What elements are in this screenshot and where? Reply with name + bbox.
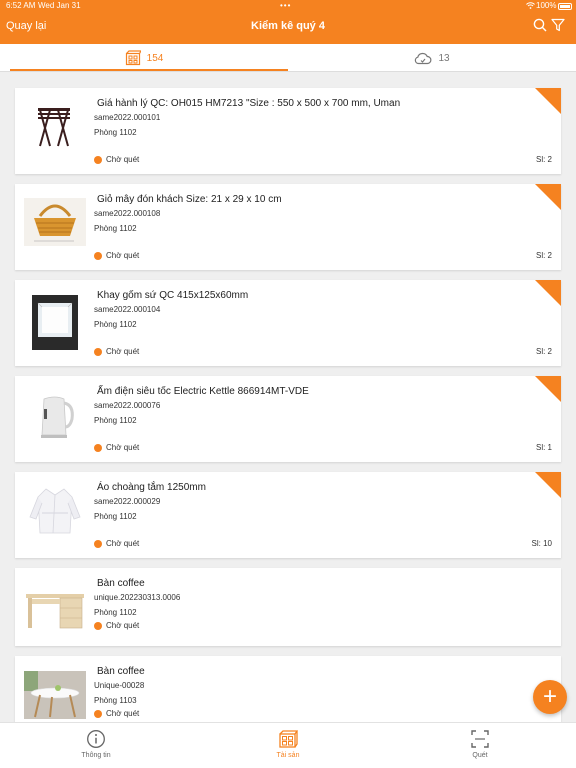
tab-assets[interactable]: Tài sản bbox=[192, 723, 384, 768]
item-image-coffee-desk bbox=[24, 586, 86, 634]
item-image-round-coffee-table bbox=[24, 671, 86, 719]
box-icon bbox=[125, 50, 141, 66]
tab-label: 13 bbox=[438, 52, 450, 64]
status-label: Chờ quét bbox=[106, 251, 140, 260]
item-name: Bàn coffee bbox=[97, 578, 145, 589]
item-quantity: Sl: 10 bbox=[531, 539, 552, 548]
item-image-luggage-rack bbox=[24, 102, 86, 150]
item-image-rattan-basket bbox=[24, 198, 86, 246]
item-room: Phòng 1103 bbox=[94, 696, 137, 705]
status-dot bbox=[94, 539, 102, 548]
cloud-sync-icon bbox=[415, 52, 432, 65]
item-room: Phòng 1102 bbox=[94, 320, 137, 329]
battery-percent: 100% bbox=[536, 1, 557, 10]
status-time: 6:52 AM bbox=[6, 1, 36, 10]
info-icon bbox=[87, 730, 105, 748]
status-label: Chờ quét bbox=[106, 347, 140, 356]
item-name: Áo choàng tắm 1250mm bbox=[97, 482, 206, 493]
asset-box-icon bbox=[279, 730, 298, 748]
corner-flag bbox=[535, 88, 561, 114]
status-label: Chờ quét bbox=[106, 621, 140, 630]
item-code: same2022.000029 bbox=[94, 497, 161, 506]
item-name: Bàn coffee bbox=[97, 666, 145, 677]
list-item[interactable]: Áo choàng tắm 1250mm same2022.000029 Phò… bbox=[15, 472, 561, 558]
corner-flag bbox=[535, 184, 561, 210]
item-image-electric-kettle bbox=[24, 391, 86, 439]
list-item[interactable]: Bàn coffee unique.202230313.0006 Phòng 1… bbox=[15, 568, 561, 646]
list-item[interactable]: Khay gốm sứ QC 415x125x60mm same2022.000… bbox=[15, 280, 561, 366]
list-item[interactable]: Giá hành lý QC: OH015 HM7213 "Size : 550… bbox=[15, 88, 561, 174]
tab-info[interactable]: Thông tin bbox=[0, 723, 192, 768]
top-bar: 6:52 AM Wed Jan 31 ••• 100% Quay lại Kiể… bbox=[0, 0, 576, 44]
battery-icon bbox=[558, 3, 572, 10]
corner-flag bbox=[535, 376, 561, 402]
item-code: same2022.000108 bbox=[94, 209, 161, 218]
add-button[interactable]: + bbox=[533, 680, 567, 714]
item-code: same2022.000076 bbox=[94, 401, 161, 410]
tab-sync-count[interactable]: 13 bbox=[288, 44, 576, 72]
item-room: Phòng 1102 bbox=[94, 128, 137, 137]
multitasking-dots-icon[interactable]: ••• bbox=[280, 0, 291, 12]
scan-icon bbox=[471, 730, 489, 748]
item-code: unique.202230313.0006 bbox=[94, 593, 181, 602]
item-quantity: Sl: 2 bbox=[535, 251, 552, 260]
back-button[interactable]: Quay lại bbox=[6, 20, 46, 32]
list-item[interactable]: Ấm điện siêu tốc Electric Kettle 866914M… bbox=[15, 376, 561, 462]
item-status: Chờ quét bbox=[94, 155, 139, 164]
status-dot bbox=[94, 709, 102, 718]
item-name: Ấm điện siêu tốc Electric Kettle 866914M… bbox=[97, 386, 309, 397]
wifi-icon bbox=[526, 2, 535, 9]
status-label: Chờ quét bbox=[106, 539, 140, 548]
page-title: Kiểm kê quý 4 bbox=[251, 20, 325, 32]
corner-flag bbox=[535, 280, 561, 306]
status-dot bbox=[94, 621, 102, 630]
status-date: Wed Jan 31 bbox=[38, 1, 81, 10]
item-status: Chờ quét bbox=[94, 539, 139, 548]
item-image-ceramic-tray bbox=[32, 295, 78, 350]
tab-label: Quét bbox=[472, 752, 488, 759]
item-code: Unique-00028 bbox=[94, 681, 145, 690]
item-name: Giỏ mây đón khách Size: 21 x 29 x 10 cm bbox=[97, 194, 282, 205]
filter-icon[interactable] bbox=[551, 18, 565, 32]
item-quantity: Sl: 2 bbox=[535, 155, 552, 164]
status-bar: 6:52 AM Wed Jan 31 ••• 100% bbox=[0, 0, 576, 12]
item-quantity: Sl: 2 bbox=[535, 347, 552, 356]
item-quantity: Sl: 1 bbox=[535, 443, 552, 452]
active-tab-indicator bbox=[10, 69, 288, 71]
tab-assets-count[interactable]: 154 bbox=[0, 44, 288, 72]
status-label: Chờ quét bbox=[106, 155, 140, 164]
list-item[interactable]: Giỏ mây đón khách Size: 21 x 29 x 10 cm … bbox=[15, 184, 561, 270]
list-item[interactable]: Bàn coffee Unique-00028 Phòng 1103 Chờ q… bbox=[15, 656, 561, 722]
item-status: Chờ quét bbox=[94, 251, 139, 260]
bottom-tab-bar: Thông tin Tài sản Quét bbox=[0, 722, 576, 768]
status-label: Chờ quét bbox=[106, 443, 140, 452]
item-room: Phòng 1102 bbox=[94, 608, 137, 617]
status-dot bbox=[94, 347, 102, 356]
segment-tabs: 154 13 bbox=[0, 44, 576, 72]
tab-label: Thông tin bbox=[81, 752, 111, 759]
status-dot bbox=[94, 443, 102, 452]
status-dot bbox=[94, 155, 102, 164]
item-code: same2022.000104 bbox=[94, 305, 161, 314]
item-name: Giá hành lý QC: OH015 HM7213 "Size : 550… bbox=[97, 98, 401, 109]
status-dot bbox=[94, 251, 102, 260]
item-room: Phòng 1102 bbox=[94, 416, 137, 425]
status-label: Chờ quét bbox=[106, 709, 140, 718]
item-status: Chờ quét bbox=[94, 621, 139, 630]
item-status: Chờ quét bbox=[94, 347, 139, 356]
tab-scan[interactable]: Quét bbox=[384, 723, 576, 768]
item-image-bathrobe bbox=[24, 487, 86, 535]
asset-list: Giá hành lý QC: OH015 HM7213 "Size : 550… bbox=[0, 72, 576, 722]
search-icon[interactable] bbox=[533, 18, 547, 32]
item-name: Khay gốm sứ QC 415x125x60mm bbox=[97, 290, 249, 301]
item-room: Phòng 1102 bbox=[94, 224, 137, 233]
corner-flag bbox=[535, 472, 561, 498]
tab-label: 154 bbox=[146, 52, 164, 64]
tab-label: Tài sản bbox=[276, 752, 300, 759]
item-status: Chờ quét bbox=[94, 709, 139, 718]
item-code: same2022.000101 bbox=[94, 113, 161, 122]
item-status: Chờ quét bbox=[94, 443, 139, 452]
item-room: Phòng 1102 bbox=[94, 512, 137, 521]
